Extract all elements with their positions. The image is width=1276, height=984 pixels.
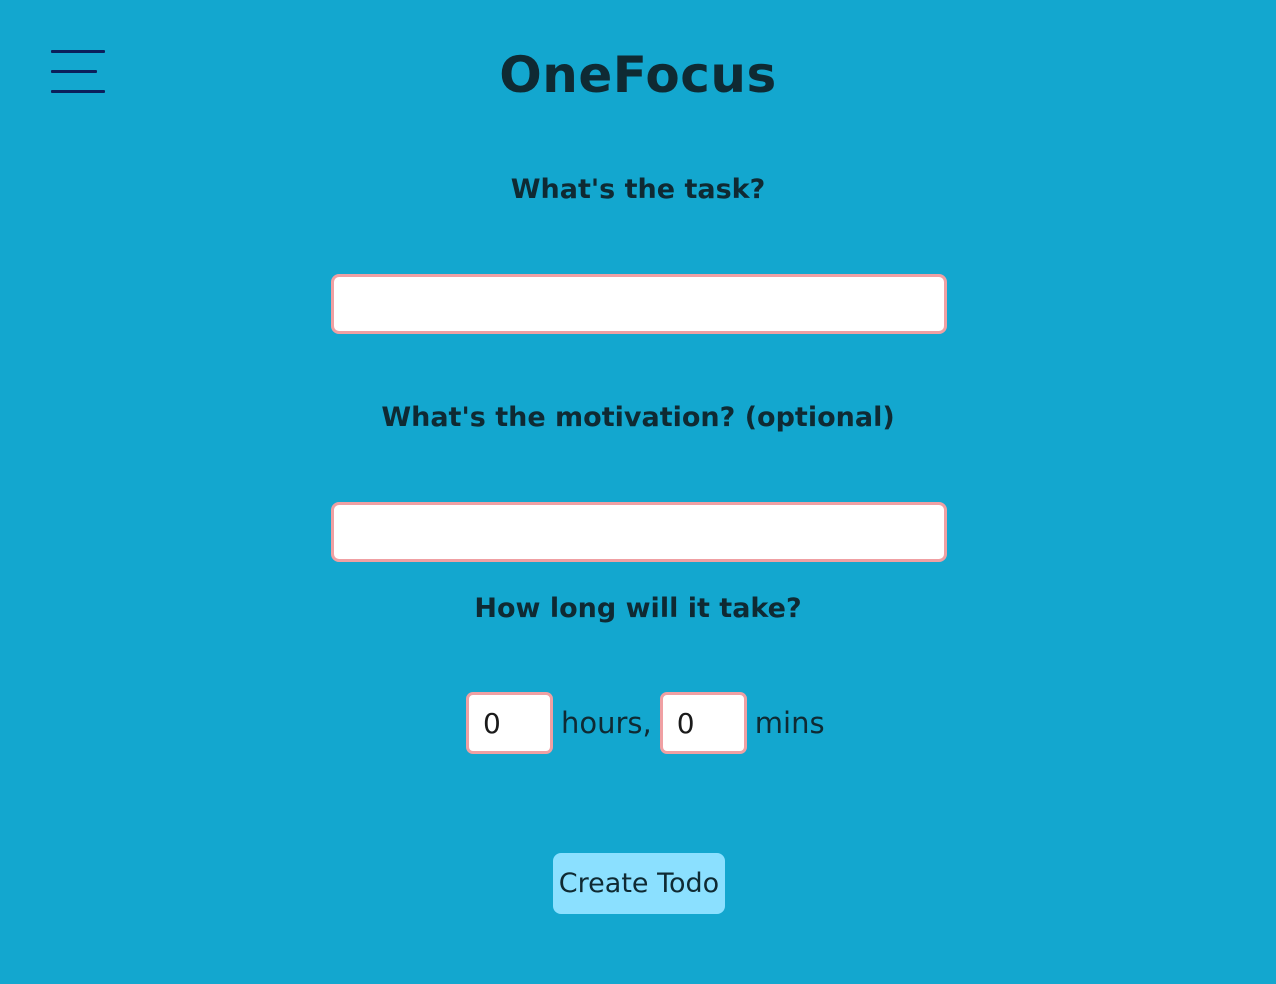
task-label: What's the task? bbox=[510, 174, 766, 205]
task-input[interactable] bbox=[331, 274, 947, 334]
duration-label: How long will it take? bbox=[474, 593, 802, 624]
hours-input[interactable] bbox=[466, 692, 553, 754]
motivation-input[interactable] bbox=[331, 502, 947, 562]
mins-unit-label: mins bbox=[754, 706, 825, 740]
app-title: OneFocus bbox=[499, 46, 777, 104]
create-todo-button[interactable]: Create Todo bbox=[553, 853, 725, 914]
duration-row: hours, mins bbox=[466, 692, 825, 754]
motivation-label: What's the motivation? (optional) bbox=[381, 402, 895, 433]
hours-unit-label: hours, bbox=[561, 706, 652, 740]
mins-input[interactable] bbox=[659, 692, 747, 754]
